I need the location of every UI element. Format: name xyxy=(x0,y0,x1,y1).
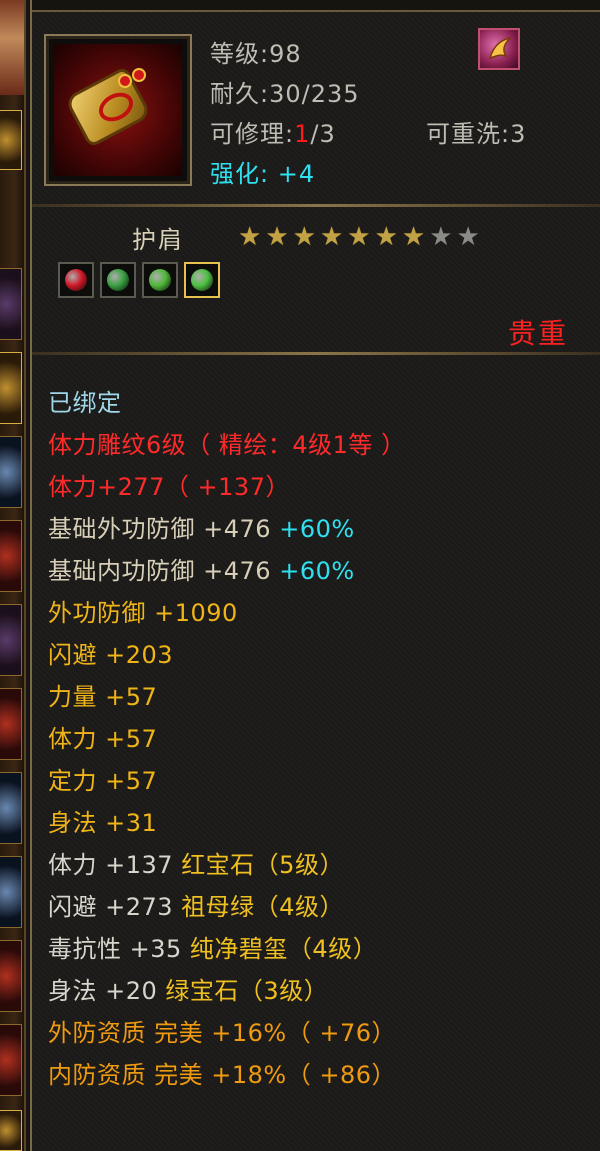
base-ext-def-pct: +60% xyxy=(279,515,355,543)
green-gem-icon xyxy=(191,269,213,291)
level-value: 98 xyxy=(269,40,302,68)
base-ext-def-line: 基础外功防御 +476 +60% xyxy=(48,508,600,550)
jade-gem-icon xyxy=(149,269,171,291)
base-int-def-value: +476 xyxy=(203,557,272,585)
gem-name: 纯净碧玺（4级） xyxy=(189,935,378,963)
character-portrait[interactable] xyxy=(0,0,24,95)
sidebar-slot-8[interactable] xyxy=(0,772,22,844)
star-filled-icon: ★ xyxy=(319,222,344,252)
sidebar-slot-5[interactable] xyxy=(0,520,22,592)
base-ext-def-value: +476 xyxy=(203,515,272,543)
scroll-dot xyxy=(132,68,146,82)
strength-line: 力量 +57 xyxy=(48,683,158,711)
emerald-gem-socket[interactable] xyxy=(100,262,136,298)
sidebar-slot-6[interactable] xyxy=(0,604,22,676)
level-row: 等级:98 xyxy=(210,34,302,69)
carving-line: 体力雕纹6级（ 精绘：4级1等 ） xyxy=(48,431,406,459)
star-rating: ★ ★ ★ ★ ★ ★ ★ ★ ★ xyxy=(238,224,480,250)
base-int-def-label: 基础内功防御 xyxy=(48,557,195,585)
sidebar-slot-10[interactable] xyxy=(0,940,22,1012)
durability-label: 耐久: xyxy=(210,80,270,108)
sidebar-slot-11[interactable] xyxy=(0,1024,22,1096)
repair-label: 可修理: xyxy=(210,120,295,148)
enhance-label: 强化: xyxy=(210,160,270,188)
base-int-def-pct: +60% xyxy=(279,557,355,585)
item-name: 护肩 xyxy=(132,226,184,254)
scroll-icon xyxy=(54,44,182,176)
special-effect-icon xyxy=(478,28,520,70)
ext-def-line: 外功防御 +1090 xyxy=(48,599,238,627)
attribute-list: 已绑定 体力雕纹6级（ 精绘：4级1等 ） 体力+277（ +137） 基础外功… xyxy=(48,382,600,1096)
repair-row: 可修理:1/3 xyxy=(210,114,336,149)
star-filled-icon: ★ xyxy=(374,222,398,252)
ruby-gem-socket[interactable] xyxy=(58,262,94,298)
enhance-value: +4 xyxy=(277,160,316,188)
rewash-label: 可重洗: xyxy=(426,120,511,148)
rewash-value: 3 xyxy=(510,120,527,148)
gem-name: 红宝石（5级） xyxy=(181,851,344,879)
star-filled-icon: ★ xyxy=(401,222,426,252)
repair-used: 1 xyxy=(294,120,311,148)
rewash-row: 可重洗:3 xyxy=(426,114,526,149)
gem-stat: 体力 +137 xyxy=(48,851,174,879)
rarity-label: 贵重 xyxy=(507,317,568,350)
sidebar-slot-12[interactable] xyxy=(0,1110,22,1151)
level-label: 等级: xyxy=(210,40,270,68)
repair-total: /3 xyxy=(310,120,336,148)
sidebar-slot-9[interactable] xyxy=(0,856,22,928)
star-filled-icon: ★ xyxy=(347,222,371,252)
divider xyxy=(32,204,600,207)
tooltip-top-edge xyxy=(32,0,600,12)
gem-sockets xyxy=(58,262,220,298)
gem-stat: 闪避 +273 xyxy=(48,893,174,921)
sidebar-slot-1[interactable] xyxy=(0,110,22,170)
base-ext-def-label: 基础外功防御 xyxy=(48,515,195,543)
star-filled-icon: ★ xyxy=(292,222,316,252)
left-sidebar xyxy=(0,0,26,1151)
star-empty-icon: ★ xyxy=(456,222,480,252)
ruby-gem-icon xyxy=(65,269,87,291)
gem-name: 祖母绿（4级） xyxy=(181,893,344,921)
sidebar-slot-3[interactable] xyxy=(0,352,22,424)
gem-line: 体力 +137 红宝石（5级） xyxy=(48,844,600,886)
gem-stat: 身法 +20 xyxy=(48,977,158,1005)
durability-value: 30/235 xyxy=(269,80,360,108)
gem-line: 闪避 +273 祖母绿（4级） xyxy=(48,886,600,928)
gem-name: 绿宝石（3级） xyxy=(165,977,329,1005)
int-quality-line: 内防资质 完美 +18%（ +86） xyxy=(48,1061,396,1089)
jade-gem-socket[interactable] xyxy=(142,262,178,298)
dodge-line: 闪避 +203 xyxy=(48,641,174,669)
bound-status: 已绑定 xyxy=(48,389,122,417)
sidebar-slot-7[interactable] xyxy=(0,688,22,760)
star-filled-icon: ★ xyxy=(238,222,262,252)
divider xyxy=(32,352,600,355)
durability-row: 耐久:30/235 xyxy=(210,74,360,109)
gem-stat: 毒抗性 +35 xyxy=(48,935,182,963)
stamina-main-line: 体力+277（ +137） xyxy=(48,473,290,501)
emerald-gem-icon xyxy=(107,269,129,291)
scroll-dot xyxy=(118,74,132,88)
enhance-row: 强化: +4 xyxy=(210,154,315,189)
gem-line: 毒抗性 +35 纯净碧玺（4级） xyxy=(48,928,600,970)
agility-line: 身法 +31 xyxy=(48,809,158,837)
item-tooltip: 等级:98 耐久:30/235 可修理:1/3 可重洗:3 强化: +4 护肩 … xyxy=(30,0,600,1151)
green-gem-socket[interactable] xyxy=(184,262,220,298)
gem-line: 身法 +20 绿宝石（3级） xyxy=(48,970,600,1012)
ext-quality-line: 外防资质 完美 +16%（ +76） xyxy=(48,1019,396,1047)
focus-line: 定力 +57 xyxy=(48,767,158,795)
sidebar-slot-4[interactable] xyxy=(0,436,22,508)
star-filled-icon: ★ xyxy=(265,222,289,252)
item-icon-frame xyxy=(44,34,192,186)
sidebar-slot-2[interactable] xyxy=(0,268,22,340)
base-int-def-line: 基础内功防御 +476 +60% xyxy=(48,550,600,592)
stamina-line: 体力 +57 xyxy=(48,725,158,753)
star-empty-icon: ★ xyxy=(429,222,453,252)
